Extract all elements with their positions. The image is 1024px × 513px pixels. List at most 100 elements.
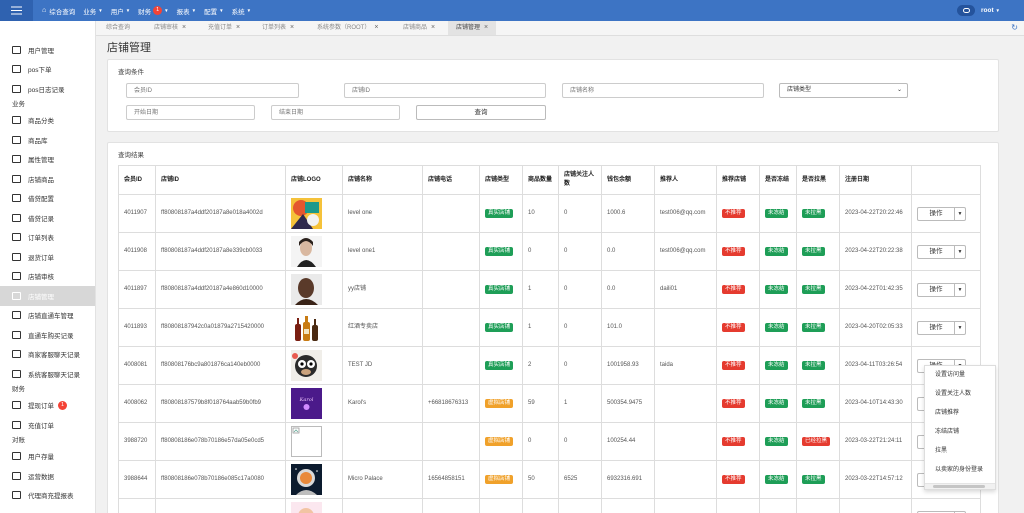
goods-count-cell: 0: [522, 232, 559, 271]
monitor-icon: [12, 116, 21, 125]
sidebar-item[interactable]: 用户管理: [0, 40, 95, 60]
sidebar-item[interactable]: 商品库: [0, 130, 95, 150]
operation-menu-item[interactable]: 设置关注人数: [925, 385, 995, 404]
sidebar-item[interactable]: 系统客服聊天记录: [0, 364, 95, 384]
nav-menu-system[interactable]: 系统 ▼: [232, 6, 251, 16]
shop-name-cell: Micro Palace: [342, 460, 423, 499]
frozen-cell: 未冻结: [759, 194, 797, 233]
tab-shop-goods[interactable]: 店铺商品 ×: [403, 21, 435, 35]
sidebar-section-label: 业务: [12, 100, 25, 108]
notification-badge: 1: [153, 6, 163, 15]
scrollbar-thumb[interactable]: [933, 485, 985, 488]
followers-cell: 0: [558, 270, 602, 309]
shop-type-select[interactable]: 店铺类型 ⌄: [779, 83, 908, 98]
nav-menu-business[interactable]: 业务 ▼: [83, 6, 102, 16]
card-icon: [12, 311, 21, 320]
chat-button[interactable]: [957, 5, 975, 16]
sidebar-item[interactable]: 商品分类: [0, 111, 95, 131]
operation-menu-item[interactable]: 以卖家的身份登录: [925, 461, 995, 480]
close-icon[interactable]: ×: [431, 24, 435, 31]
operation-button[interactable]: 操作: [918, 245, 955, 258]
sidebar-item[interactable]: 运营数据: [0, 466, 95, 486]
shop-logo-image: [291, 502, 322, 513]
close-icon[interactable]: ×: [374, 24, 378, 31]
sidebar-item[interactable]: 代理商充提报表: [0, 486, 95, 506]
table-icon: [12, 155, 21, 164]
shop-type-badge: 虚拟店铺: [485, 475, 514, 484]
menu-toggle-button[interactable]: [0, 0, 33, 21]
shop-logo-cell: [285, 270, 343, 309]
sidebar-item[interactable]: 店铺直通车管理: [0, 306, 95, 326]
operation-button[interactable]: 操作: [918, 283, 955, 296]
recommended-badge: 不推荐: [722, 361, 745, 370]
sidebar-item-label: 店铺直通车管理: [28, 313, 74, 321]
sidebar-item[interactable]: pos日志记录: [0, 79, 95, 99]
operation-button[interactable]: 操作: [918, 321, 955, 334]
operation-cell: 操作▼: [911, 232, 981, 271]
sidebar-item-label: 店铺审核: [28, 274, 54, 282]
tab-recharge-orders[interactable]: 充值订单 ×: [208, 21, 240, 35]
sidebar-item[interactable]: 充值订单: [0, 415, 95, 435]
end-date-input[interactable]: [271, 105, 400, 120]
tab-overview[interactable]: 综合查询: [106, 21, 130, 35]
operation-button[interactable]: 操作: [918, 207, 955, 220]
caret-down-icon[interactable]: ▼: [955, 246, 965, 258]
sidebar-item[interactable]: 直通车购买记录: [0, 325, 95, 345]
recommended-badge: 不推荐: [722, 475, 745, 484]
sidebar-item[interactable]: 订单列表: [0, 228, 95, 248]
user-menu[interactable]: root ▼: [981, 0, 1000, 21]
shop-phone-cell: [422, 308, 480, 347]
operation-menu-item[interactable]: 店铺推荐: [925, 404, 995, 423]
frozen-badge: 未冻结: [765, 475, 788, 484]
tab-shop-review[interactable]: 店铺审核 ×: [154, 21, 186, 35]
sidebar-item[interactable]: 店铺管理: [0, 286, 95, 306]
nav-menu-finance[interactable]: 财务 1 ▼: [138, 6, 169, 16]
caret-down-icon[interactable]: ▼: [955, 322, 965, 334]
nav-menu-report[interactable]: 报表 ▼: [177, 6, 196, 16]
operation-button-group: 操作▼: [917, 320, 966, 335]
close-icon[interactable]: ×: [290, 24, 294, 31]
shop-name-input[interactable]: [562, 83, 764, 98]
blacklist-badge: 未拉黑: [802, 285, 825, 294]
wallet-balance-cell: 500354.9475: [601, 384, 655, 423]
close-icon[interactable]: ×: [182, 24, 186, 31]
card-icon: [12, 420, 21, 429]
register-date-cell: 2023-04-10T14:43:30: [839, 384, 912, 423]
sidebar-item[interactable]: 属性管理: [0, 150, 95, 170]
operation-menu-item[interactable]: 拉黑: [925, 442, 995, 461]
close-icon[interactable]: ×: [236, 24, 240, 31]
member-id-input[interactable]: [126, 83, 299, 98]
sidebar-item[interactable]: 提现订单 1: [0, 396, 95, 416]
nav-home-link[interactable]: ⌂ 综合查询: [42, 6, 75, 16]
sidebar-item[interactable]: 店铺审核: [0, 267, 95, 287]
close-icon[interactable]: ×: [484, 24, 488, 31]
sidebar-item[interactable]: 借贷记录: [0, 208, 95, 228]
sidebar-item[interactable]: 店铺商品: [0, 169, 95, 189]
tab-shop-management[interactable]: 店铺管理 ×: [448, 21, 497, 35]
sidebar-item[interactable]: 商家客服聊天记录: [0, 345, 95, 365]
shop-type-badge: 虚拟店铺: [485, 437, 514, 446]
tab-system-params[interactable]: 系统参数（ROOT） ×: [317, 21, 378, 35]
sidebar-item-label: pos日志记录: [28, 86, 65, 94]
nav-menu-config[interactable]: 配置 ▼: [204, 6, 223, 16]
nav-menu-user[interactable]: 用户 ▼: [111, 6, 130, 16]
sidebar-item[interactable]: 用户存量: [0, 447, 95, 467]
blacklist-badge: 已经拉黑: [802, 437, 831, 446]
caret-down-icon[interactable]: ▼: [955, 208, 965, 220]
register-date-cell: 2023-04-22T20:22:46: [839, 194, 912, 233]
operation-menu-item[interactable]: 冻结店铺: [925, 423, 995, 442]
shop-type-badge: 虚拟店铺: [485, 399, 514, 408]
operation-menu-item[interactable]: 设置访问量: [925, 366, 995, 385]
start-date-input[interactable]: [126, 105, 255, 120]
sidebar-item[interactable]: 退货订单: [0, 247, 95, 267]
query-button[interactable]: 查询: [416, 105, 546, 120]
recommended-cell: 不推荐: [716, 498, 760, 513]
horizontal-scrollbar[interactable]: [925, 483, 995, 489]
refresh-icon[interactable]: ↻: [1011, 23, 1018, 32]
sidebar-item[interactable]: 借贷配置: [0, 189, 95, 209]
shop-id-input[interactable]: [344, 83, 546, 98]
sidebar-item[interactable]: pos下单: [0, 60, 95, 80]
tab-bar: 综合查询 店铺审核 × 充值订单 × 订单列表 × 系统参数（ROOT） × 店铺商品 ×…: [96, 21, 1024, 36]
caret-down-icon[interactable]: ▼: [955, 284, 965, 296]
tab-order-list[interactable]: 订单列表 ×: [262, 21, 294, 35]
